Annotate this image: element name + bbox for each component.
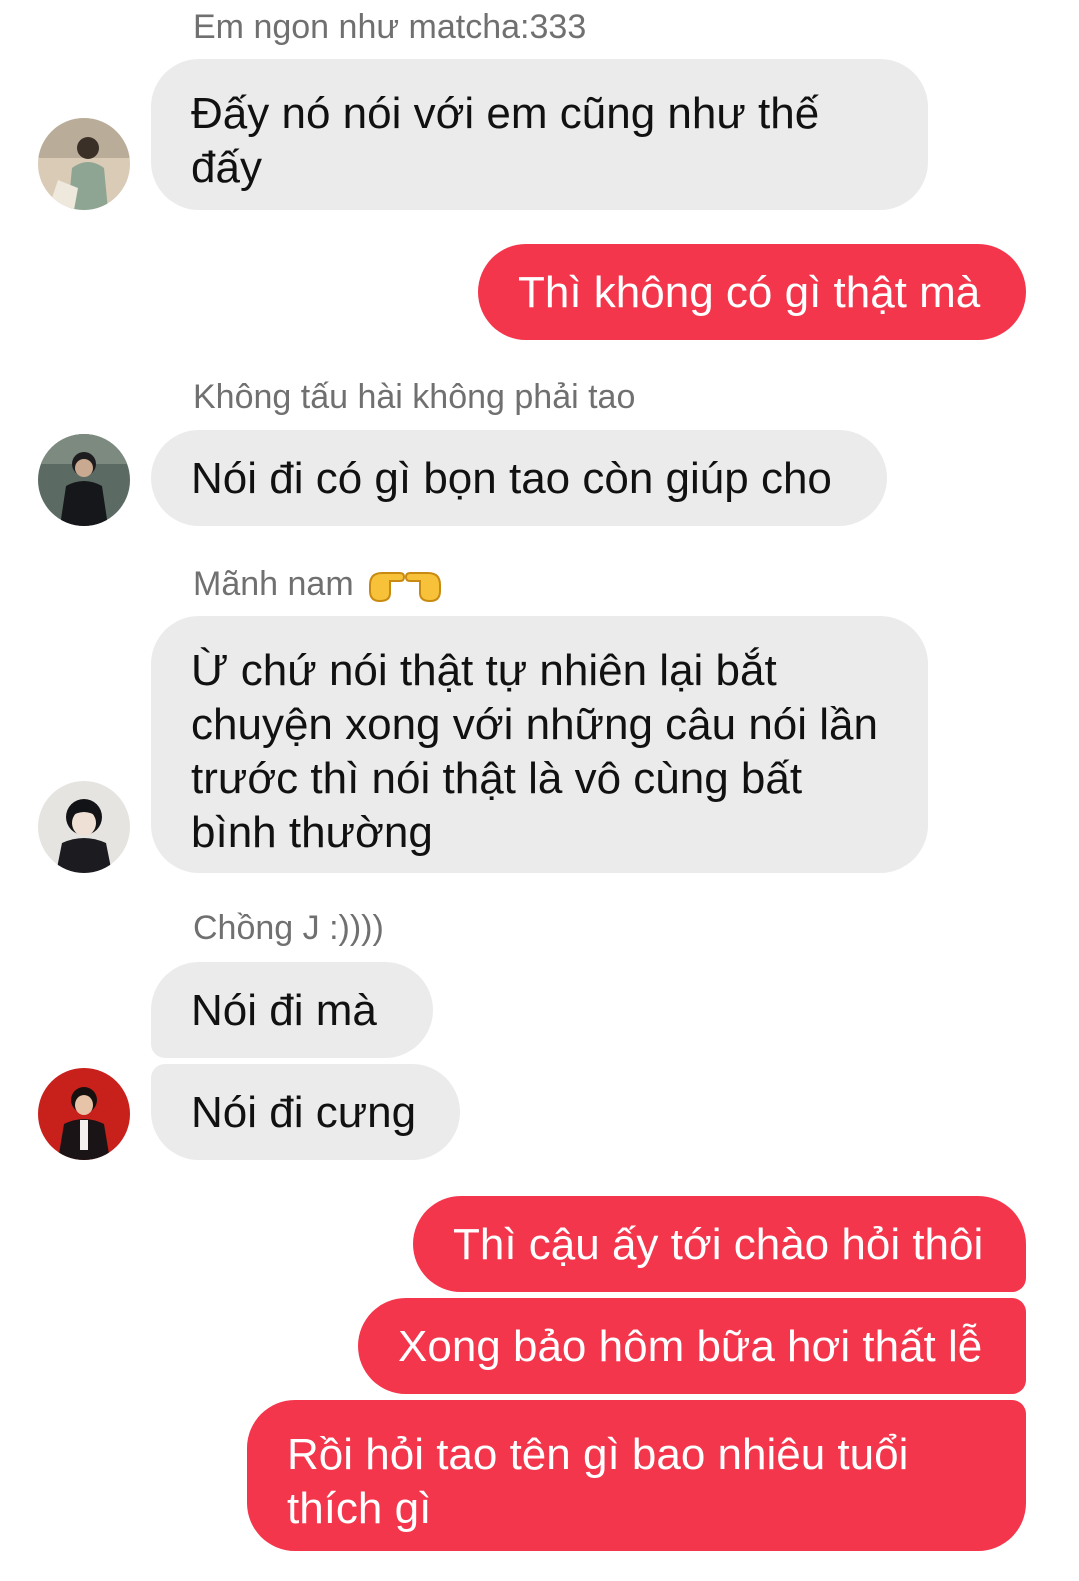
sender-name: Em ngon như matcha:333 [193,8,586,47]
message-text: Đấy nó nói với em cũng như thế đấy [191,89,820,192]
pointing-hands-icon [366,563,444,605]
message-text: Xong bảo hôm bữa hơi thất lễ [398,1322,983,1371]
sender-name-text: Không tấu hài không phải tao [193,378,636,416]
sender-name-text: Mãnh nam [193,564,354,603]
message-text: Nói đi cưng [191,1088,417,1137]
message-text: Ừ chứ nói thật tự nhiên lại bắt chuyện x… [191,646,878,857]
message-text: Nói đi mà [191,986,377,1035]
avatar-photo-icon [38,118,130,210]
sender-name: Không tấu hài không phải tao [193,378,635,417]
message-text: Nói đi có gì bọn tao còn giúp cho [191,454,832,503]
message-text: Rồi hỏi tao tên gì bao nhiêu tuổi thích … [287,1430,909,1533]
avatar-photo-icon [38,434,130,526]
avatar-photo-icon [38,1068,130,1160]
incoming-message[interactable]: Ừ chứ nói thật tự nhiên lại bắt chuyện x… [151,616,928,873]
incoming-message[interactable]: Nói đi có gì bọn tao còn giúp cho [151,430,887,526]
outgoing-message[interactable]: Thì cậu ấy tới chào hỏi thôi [413,1196,1026,1292]
avatar[interactable] [38,781,130,873]
incoming-message[interactable]: Đấy nó nói với em cũng như thế đấy [151,59,928,210]
incoming-message[interactable]: Nói đi cưng [151,1064,460,1160]
message-text: Thì cậu ấy tới chào hỏi thôi [453,1220,984,1269]
sender-name-text: Chồng J :)))) [193,909,384,947]
avatar-photo-icon [38,781,130,873]
sender-name: Mãnh nam [193,563,444,605]
incoming-message[interactable]: Nói đi mà [151,962,433,1058]
outgoing-message[interactable]: Xong bảo hôm bữa hơi thất lễ [358,1298,1026,1394]
avatar[interactable] [38,1068,130,1160]
outgoing-message[interactable]: Rồi hỏi tao tên gì bao nhiêu tuổi thích … [247,1400,1026,1551]
avatar[interactable] [38,118,130,210]
sender-name: Chồng J :)))) [193,909,384,948]
message-text: Thì không có gì thật mà [518,268,981,317]
avatar[interactable] [38,434,130,526]
sender-name-text: Em ngon như matcha:333 [193,8,587,46]
outgoing-message[interactable]: Thì không có gì thật mà [478,244,1026,340]
